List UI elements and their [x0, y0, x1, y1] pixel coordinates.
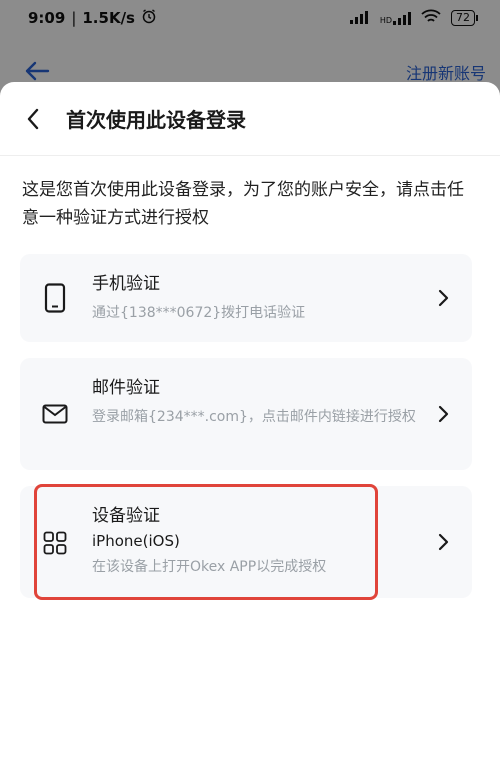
phone-verification-title: 手机验证	[92, 274, 160, 294]
phone-icon	[40, 283, 70, 313]
sheet-description: 这是您首次使用此设备登录，为了您的账户安全，请点击任意一种验证方式进行授权	[22, 180, 464, 228]
sheet-title: 首次使用此设备登录	[66, 108, 246, 132]
chevron-right-icon	[436, 532, 450, 552]
back-button[interactable]	[20, 106, 46, 132]
email-verification-subtitle: 登录邮箱{234***.com}，点击邮件内链接进行授权	[92, 409, 416, 425]
verification-sheet: 首次使用此设备登录 这是您首次使用此设备登录，为了您的账户安全，请点击任意一种验…	[0, 82, 500, 764]
email-verification-title: 邮件验证	[92, 378, 160, 398]
sheet-header: 首次使用此设备登录	[0, 82, 500, 156]
grid-icon	[40, 528, 70, 558]
phone-verification-option[interactable]: 手机验证 通过{138***0672}拨打电话验证	[20, 254, 472, 342]
device-verification-title: 设备验证	[92, 506, 160, 526]
email-verification-option[interactable]: 邮件验证 登录邮箱{234***.com}，点击邮件内链接进行授权	[20, 358, 472, 470]
device-verification-option[interactable]: 设备验证 iPhone(iOS) 在该设备上打开Okex APP以完成授权	[20, 486, 472, 598]
chevron-left-icon	[27, 108, 39, 129]
device-name: iPhone(iOS)	[92, 532, 180, 550]
mail-icon	[40, 399, 70, 429]
chevron-right-icon	[436, 404, 450, 424]
device-verification-subtitle: 在该设备上打开Okex APP以完成授权	[92, 559, 327, 575]
phone-verification-subtitle: 通过{138***0672}拨打电话验证	[92, 305, 306, 321]
chevron-right-icon	[436, 288, 450, 308]
